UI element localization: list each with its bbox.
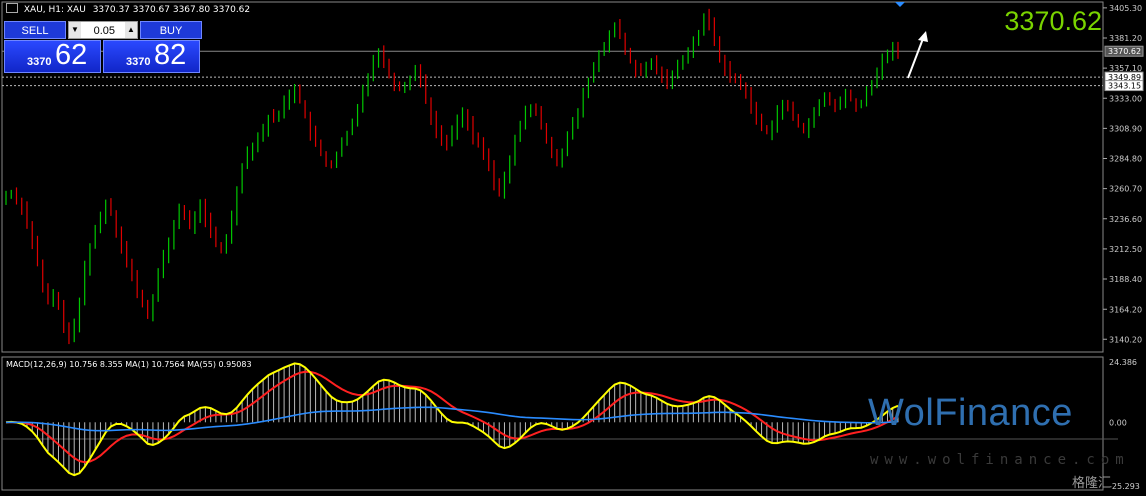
y-tick-label: 3260.70 (1109, 185, 1142, 194)
lot-decrease-icon[interactable]: ▼ (69, 22, 81, 38)
chart-header: XAU, H1: XAU 3370.37 3370.67 3367.80 337… (6, 3, 250, 15)
trend-arrowhead-icon (918, 31, 928, 42)
y-tick-label: 3381.20 (1109, 34, 1142, 43)
one-click-trading-panel: SELL ▼ 0.05 ▲ BUY 3370 62 3370 82 (4, 21, 202, 73)
y-tick-label: 3164.20 (1109, 305, 1142, 314)
sell-quote-prefix: 3370 (27, 56, 52, 68)
chart-menu-icon[interactable] (6, 3, 18, 13)
price-tag-label: 3370.62 (1108, 47, 1141, 56)
macd-signal-line (5, 370, 899, 464)
y-tick-label: 3140.20 (1109, 335, 1142, 344)
corner-logo: 格隆汇 (1072, 476, 1112, 491)
macd-ma55-line (5, 406, 899, 432)
lot-size-value: 0.05 (93, 25, 115, 37)
sell-button[interactable]: SELL (4, 21, 66, 39)
chart-title: XAU, H1: XAU (23, 5, 86, 15)
chart-ohlc: 3370.37 3370.67 3367.80 3370.62 (92, 5, 251, 15)
lot-size-input[interactable]: ▼ 0.05 ▲ (68, 21, 138, 39)
period-separator-icon (895, 2, 905, 7)
y-tick-label: 3308.90 (1109, 124, 1142, 133)
macd-main-line (5, 362, 899, 477)
buy-quote[interactable]: 3370 82 (103, 39, 200, 73)
buy-quote-big: 82 (154, 39, 187, 71)
macd-tick-label: 24.386 (1109, 358, 1137, 367)
price-axis: 3405.303381.203357.103333.003308.903284.… (1103, 4, 1144, 491)
current-price-label: 3370.62 (1004, 6, 1102, 36)
sell-quote-big: 62 (55, 39, 88, 71)
sell-quote[interactable]: 3370 62 (4, 39, 101, 73)
price-tag: 3343.15 (1104, 80, 1144, 92)
y-tick-label: 3188.40 (1109, 275, 1142, 284)
macd-tick-label: -25.293 (1109, 482, 1140, 491)
watermark-logo: WolFinance (868, 392, 1073, 434)
y-tick-label: 3284.80 (1109, 155, 1142, 164)
y-tick-label: 3405.30 (1109, 4, 1142, 13)
trend-arrow-icon (907, 35, 925, 79)
price-tag: 3370.62 (1104, 45, 1144, 57)
buy-quote-prefix: 3370 (126, 56, 151, 68)
y-tick-label: 3212.50 (1109, 245, 1142, 254)
price-tag-label: 3343.15 (1108, 82, 1141, 91)
macd-label: MACD(12,26,9) 10.756 8.355 MA(1) 10.7564… (6, 360, 252, 369)
buy-button[interactable]: BUY (140, 21, 202, 39)
y-tick-label: 3333.00 (1109, 94, 1142, 103)
lot-increase-icon[interactable]: ▲ (125, 22, 137, 38)
macd-tick-label: 0.00 (1109, 418, 1127, 427)
watermark-url: www.wolfinance.com (870, 452, 1130, 468)
y-tick-label: 3236.60 (1109, 215, 1142, 224)
